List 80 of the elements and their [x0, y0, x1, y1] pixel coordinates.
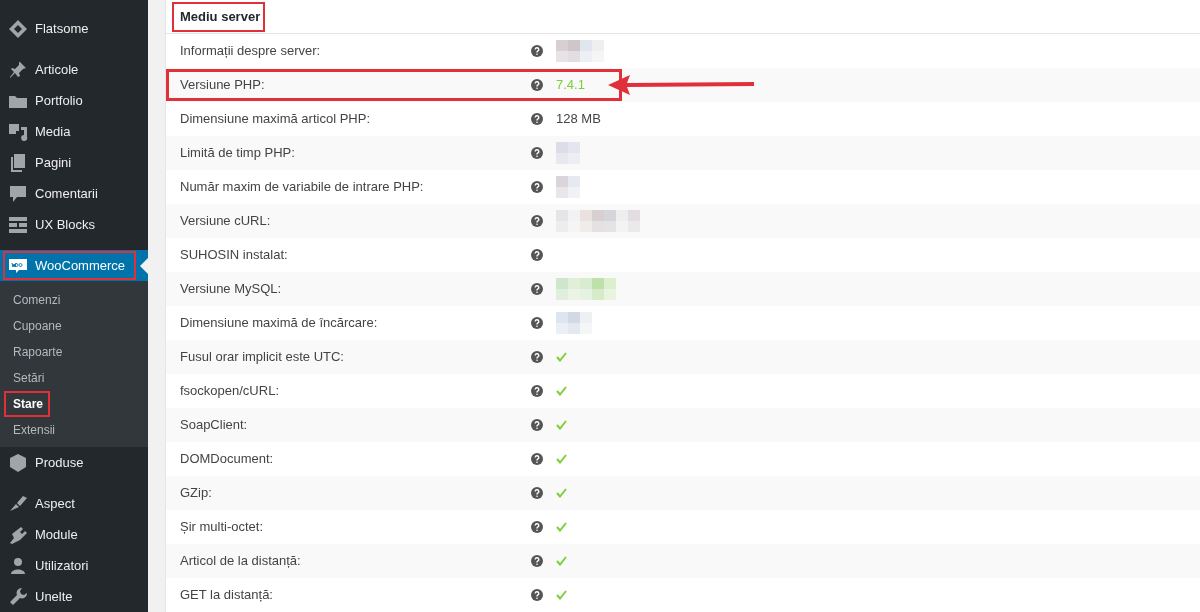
check-icon: [556, 386, 567, 396]
section-title: Mediu server: [179, 7, 262, 26]
submenu-item[interactable]: Stare: [12, 395, 45, 413]
check-icon: [556, 522, 567, 532]
help-icon[interactable]: [531, 487, 543, 499]
box-icon: [8, 452, 28, 473]
check-icon: [556, 420, 567, 430]
check-icon: [556, 352, 567, 362]
menu-item[interactable]: Articole: [8, 55, 85, 84]
user-icon: [8, 555, 28, 576]
row-label: GET la distanță:: [180, 586, 273, 605]
help-icon[interactable]: [531, 555, 543, 567]
row-label: fsockopen/cURL:: [180, 382, 279, 401]
blurred-value: [556, 312, 592, 334]
plug-icon: [8, 524, 28, 545]
menu-item[interactable]: Module: [8, 520, 84, 549]
submenu-item[interactable]: Cupoane: [12, 317, 63, 335]
check-icon: [556, 590, 567, 600]
menu-item[interactable]: Aspect: [8, 489, 81, 518]
blurred-value: [556, 40, 604, 62]
row-label: Versiune PHP:: [180, 76, 265, 95]
submenu-item[interactable]: Comenzi: [12, 291, 62, 309]
help-icon[interactable]: [531, 215, 543, 227]
row-label: Dimensiune maximă de încărcare:: [180, 314, 378, 333]
menu-item[interactable]: UX Blocks: [8, 210, 101, 239]
row-label: DOMDocument:: [180, 450, 274, 469]
menu-item[interactable]: Flatsome: [8, 14, 95, 43]
help-icon[interactable]: [531, 453, 543, 465]
submenu-item[interactable]: Extensii: [12, 421, 57, 439]
pages-icon: [8, 152, 28, 173]
blurred-value: [556, 278, 616, 300]
row-label: Limită de timp PHP:: [180, 144, 295, 163]
pin-icon: [8, 59, 28, 80]
row-label: SUHOSIN instalat:: [180, 246, 288, 265]
menu-item[interactable]: Pagini: [8, 148, 78, 177]
help-icon[interactable]: [531, 79, 543, 91]
check-icon: [556, 454, 567, 464]
row-label: Dimensiune maximă articol PHP:: [180, 110, 370, 129]
menu-item[interactable]: Produse: [8, 448, 90, 477]
comment-icon: [8, 183, 28, 204]
row-value: 128 MB: [556, 110, 601, 129]
row-label: GZip:: [180, 484, 212, 503]
menu-item[interactable]: Comentarii: [8, 179, 104, 208]
blurred-value: [556, 176, 580, 198]
row-label: Șir multi-octet:: [180, 518, 264, 537]
row-label: Articol de la distanță:: [180, 552, 301, 571]
help-icon[interactable]: [531, 521, 543, 533]
wrench-icon: [8, 586, 28, 607]
menu-item[interactable]: Unelte: [8, 582, 79, 611]
version-value: 7.4.1: [556, 76, 585, 95]
help-icon[interactable]: [531, 249, 543, 261]
blurred-value: [556, 142, 580, 164]
row-label: SoapClient:: [180, 416, 248, 435]
help-icon[interactable]: [531, 147, 543, 159]
help-icon[interactable]: [531, 113, 543, 125]
help-icon[interactable]: [531, 589, 543, 601]
brush-icon: [8, 493, 28, 514]
help-icon[interactable]: [531, 317, 543, 329]
help-icon[interactable]: [531, 351, 543, 363]
menu-item[interactable]: Utilizatori: [8, 551, 95, 580]
row-label: Versiune cURL:: [180, 212, 271, 231]
row-label: Informații despre server:: [180, 42, 321, 61]
help-icon[interactable]: [531, 419, 543, 431]
blocks-icon: [8, 214, 28, 235]
submenu-item[interactable]: Rapoarte: [12, 343, 64, 361]
menu-item[interactable]: Media: [8, 117, 77, 146]
row-label: Versiune MySQL:: [180, 280, 282, 299]
media-icon: [8, 121, 28, 142]
woo-icon: [8, 257, 28, 274]
help-icon[interactable]: [531, 385, 543, 397]
help-icon[interactable]: [531, 181, 543, 193]
check-icon: [556, 556, 567, 566]
help-icon[interactable]: [531, 45, 543, 57]
menu-item[interactable]: Portfolio: [8, 86, 89, 115]
help-icon[interactable]: [531, 283, 543, 295]
diamond-icon: [8, 18, 28, 39]
row-label: Fusul orar implicit este UTC:: [180, 348, 344, 367]
row-label: Număr maxim de variabile de intrare PHP:: [180, 178, 424, 197]
submenu-item[interactable]: Setări: [12, 369, 46, 387]
check-icon: [556, 488, 567, 498]
